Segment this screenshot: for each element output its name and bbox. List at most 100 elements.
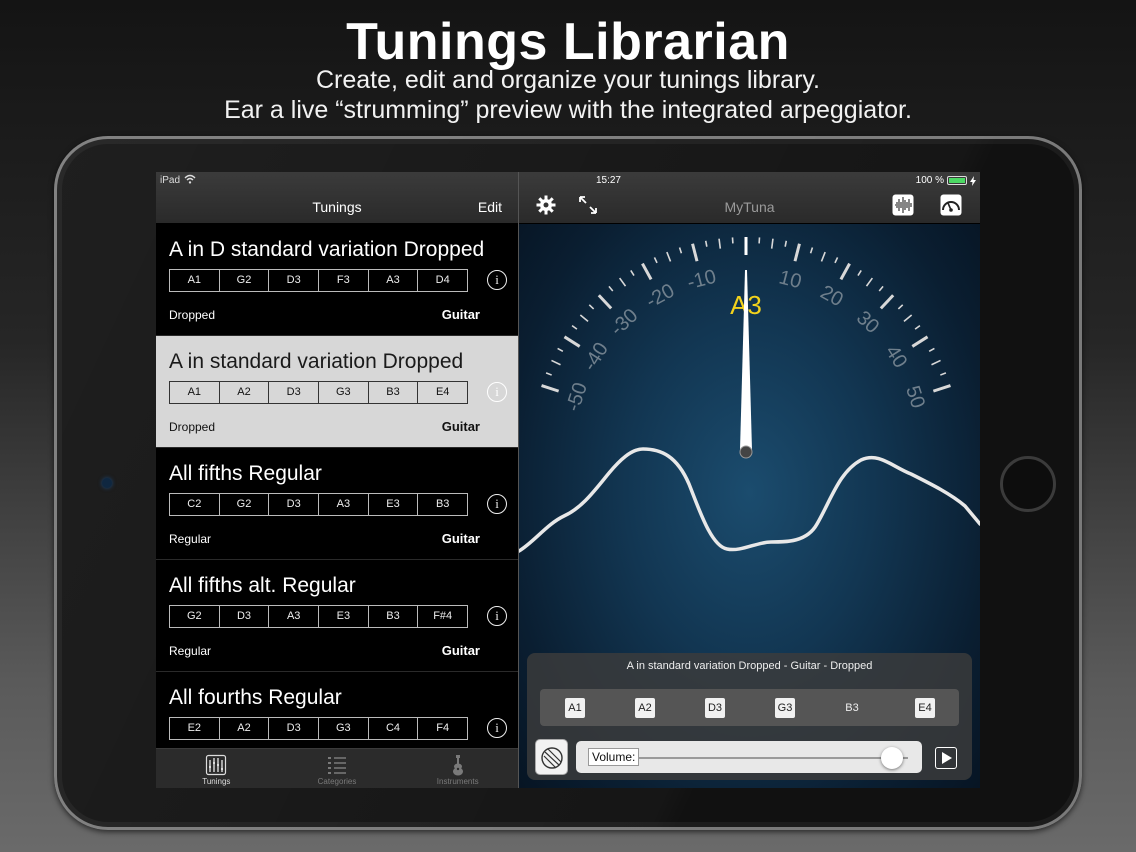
gauge-tick bbox=[865, 277, 874, 287]
note-cell: D3 bbox=[269, 270, 320, 291]
gauge-tick bbox=[618, 277, 627, 287]
tunings-pane: iPad Tunings Edit A in D standard variat… bbox=[156, 172, 518, 788]
home-button[interactable] bbox=[1000, 456, 1056, 512]
gauge-tick bbox=[820, 251, 826, 262]
gauge-tick bbox=[834, 257, 839, 264]
gauge-tick bbox=[545, 372, 552, 376]
tunings-list: A in D standard variation Dropped A1 G2 D3 F… bbox=[156, 224, 518, 748]
gauge-tick bbox=[691, 243, 699, 262]
promo-line-2: Ear a live “strumming” preview with the … bbox=[224, 96, 912, 124]
tuning-name: All fifths Regular bbox=[169, 462, 322, 485]
note-cell: E3 bbox=[319, 606, 369, 627]
waveform-icon[interactable] bbox=[892, 194, 914, 216]
tab-label: Tunings bbox=[202, 777, 231, 786]
tuning-name: A in D standard variation Dropped bbox=[169, 238, 485, 261]
gauge-tick bbox=[666, 251, 672, 262]
note-cell: G3 bbox=[319, 718, 369, 739]
camera-dot bbox=[102, 478, 112, 488]
tuner-navbar: 15:27 100 % MyTuna bbox=[519, 172, 980, 224]
battery-status: 100 % bbox=[916, 175, 976, 186]
note-cell: E2 bbox=[170, 718, 220, 739]
play-button[interactable] bbox=[935, 747, 957, 769]
gauge-scale-label: 30 bbox=[852, 307, 883, 338]
tab-label: Instruments bbox=[436, 777, 479, 786]
note-cell: A3 bbox=[319, 494, 369, 515]
string-button[interactable]: A2 bbox=[635, 698, 655, 718]
note-cell: D3 bbox=[269, 382, 320, 403]
tab-tunings[interactable]: Tunings bbox=[156, 749, 277, 788]
battery-percent: 100 % bbox=[915, 175, 944, 186]
gauge-tick bbox=[718, 238, 722, 249]
gauge-tick bbox=[897, 304, 904, 310]
string-button[interactable]: A1 bbox=[565, 698, 585, 718]
gauge-tick bbox=[931, 359, 941, 366]
note-cell: A2 bbox=[220, 382, 270, 403]
gauge-tick bbox=[903, 314, 913, 322]
string-button[interactable]: G3 bbox=[775, 698, 795, 718]
tuner-pane: 15:27 100 % MyTuna -50 -40 -30 -20 -10 1… bbox=[519, 172, 980, 788]
waveform-trace bbox=[519, 447, 980, 553]
string-button[interactable]: D3 bbox=[705, 698, 725, 718]
tuner-gauge: -50-40-30-20-101020304050 A3 bbox=[519, 237, 980, 553]
gauge-tick bbox=[597, 294, 613, 310]
note-cell: D3 bbox=[220, 606, 270, 627]
info-icon[interactable]: i bbox=[487, 494, 507, 514]
list-icon bbox=[328, 757, 346, 774]
tab-instruments[interactable]: Instruments bbox=[397, 749, 518, 788]
gauge-tick bbox=[557, 347, 564, 353]
gauge-tick bbox=[932, 384, 951, 393]
gauge-tick bbox=[857, 270, 862, 276]
volume-slider-thumb[interactable] bbox=[880, 747, 903, 769]
tuning-row[interactable]: A in standard variation Dropped A1 A2 D3 G3 B… bbox=[156, 336, 518, 448]
info-icon[interactable]: i bbox=[487, 606, 507, 626]
speedometer-icon[interactable] bbox=[940, 194, 962, 216]
note-cell: C4 bbox=[369, 718, 419, 739]
gauge-tick bbox=[571, 324, 578, 330]
tuning-category: Dropped bbox=[169, 308, 216, 322]
gauge-tick bbox=[911, 335, 929, 348]
gauge-tick bbox=[839, 262, 851, 281]
tuning-row[interactable]: A in D standard variation Dropped A1 G2 D3 F… bbox=[156, 224, 518, 336]
volume-label: Volume: bbox=[588, 748, 640, 766]
note-cell: D4 bbox=[435, 274, 450, 286]
string-button[interactable]: B3 bbox=[838, 698, 866, 718]
battery-icon bbox=[947, 176, 967, 185]
tuning-row[interactable]: All fifths Regular C2 G2 D3 A3 E3 B3 i Regular Gu… bbox=[156, 448, 518, 560]
info-icon[interactable]: i bbox=[487, 718, 507, 738]
note-cell: C2 bbox=[170, 494, 220, 515]
tab-categories[interactable]: Categories bbox=[277, 749, 398, 788]
edit-button[interactable]: Edit bbox=[478, 199, 502, 215]
tuning-instrument: Guitar bbox=[441, 307, 480, 322]
gauge-tick bbox=[770, 238, 774, 249]
note-cell: A3 bbox=[269, 606, 320, 627]
gauge-tick bbox=[793, 243, 801, 262]
tuning-notes: A1 G2 D3 F3 A3 D4 bbox=[169, 269, 468, 292]
note-cell: G2 bbox=[220, 494, 270, 515]
gauge-scale-label: 50 bbox=[901, 383, 929, 411]
gauge-tick bbox=[563, 335, 581, 348]
gauge-tick bbox=[551, 359, 561, 366]
gauge-scale-label: 40 bbox=[881, 341, 911, 372]
tuning-instrument: Guitar bbox=[441, 531, 480, 546]
gauge-scale-label: 20 bbox=[817, 281, 847, 311]
tunings-title: Tunings bbox=[312, 199, 362, 215]
note-cell: G2 bbox=[170, 606, 220, 627]
note-cell: F4 bbox=[436, 722, 450, 734]
gauge-scale-label: -50 bbox=[562, 380, 592, 414]
info-icon[interactable]: i bbox=[487, 270, 507, 290]
tuning-name: All fifths alt. Regular bbox=[169, 574, 356, 597]
arpeggiator-button[interactable] bbox=[535, 739, 568, 775]
note-cell: D3 bbox=[269, 494, 320, 515]
tuning-instrument: Guitar bbox=[441, 419, 480, 434]
gauge-tick bbox=[704, 240, 708, 247]
tuning-row[interactable]: All fifths alt. Regular G2 D3 A3 E3 B3 F#4 i Reg… bbox=[156, 560, 518, 672]
volume-track[interactable] bbox=[638, 747, 908, 769]
gauge-scale-label: -30 bbox=[606, 305, 642, 341]
promo-line-1: Create, edit and organize your tunings l… bbox=[316, 66, 820, 94]
info-icon[interactable]: i bbox=[487, 382, 507, 402]
tuning-row[interactable]: All fourths Regular E2 A2 D3 G3 C4 F4 i bbox=[156, 672, 518, 748]
gauge-tick bbox=[809, 247, 814, 254]
string-button[interactable]: E4 bbox=[915, 698, 935, 718]
gauge-scale-label: -40 bbox=[579, 339, 613, 375]
note-cell: B3 bbox=[435, 498, 450, 510]
